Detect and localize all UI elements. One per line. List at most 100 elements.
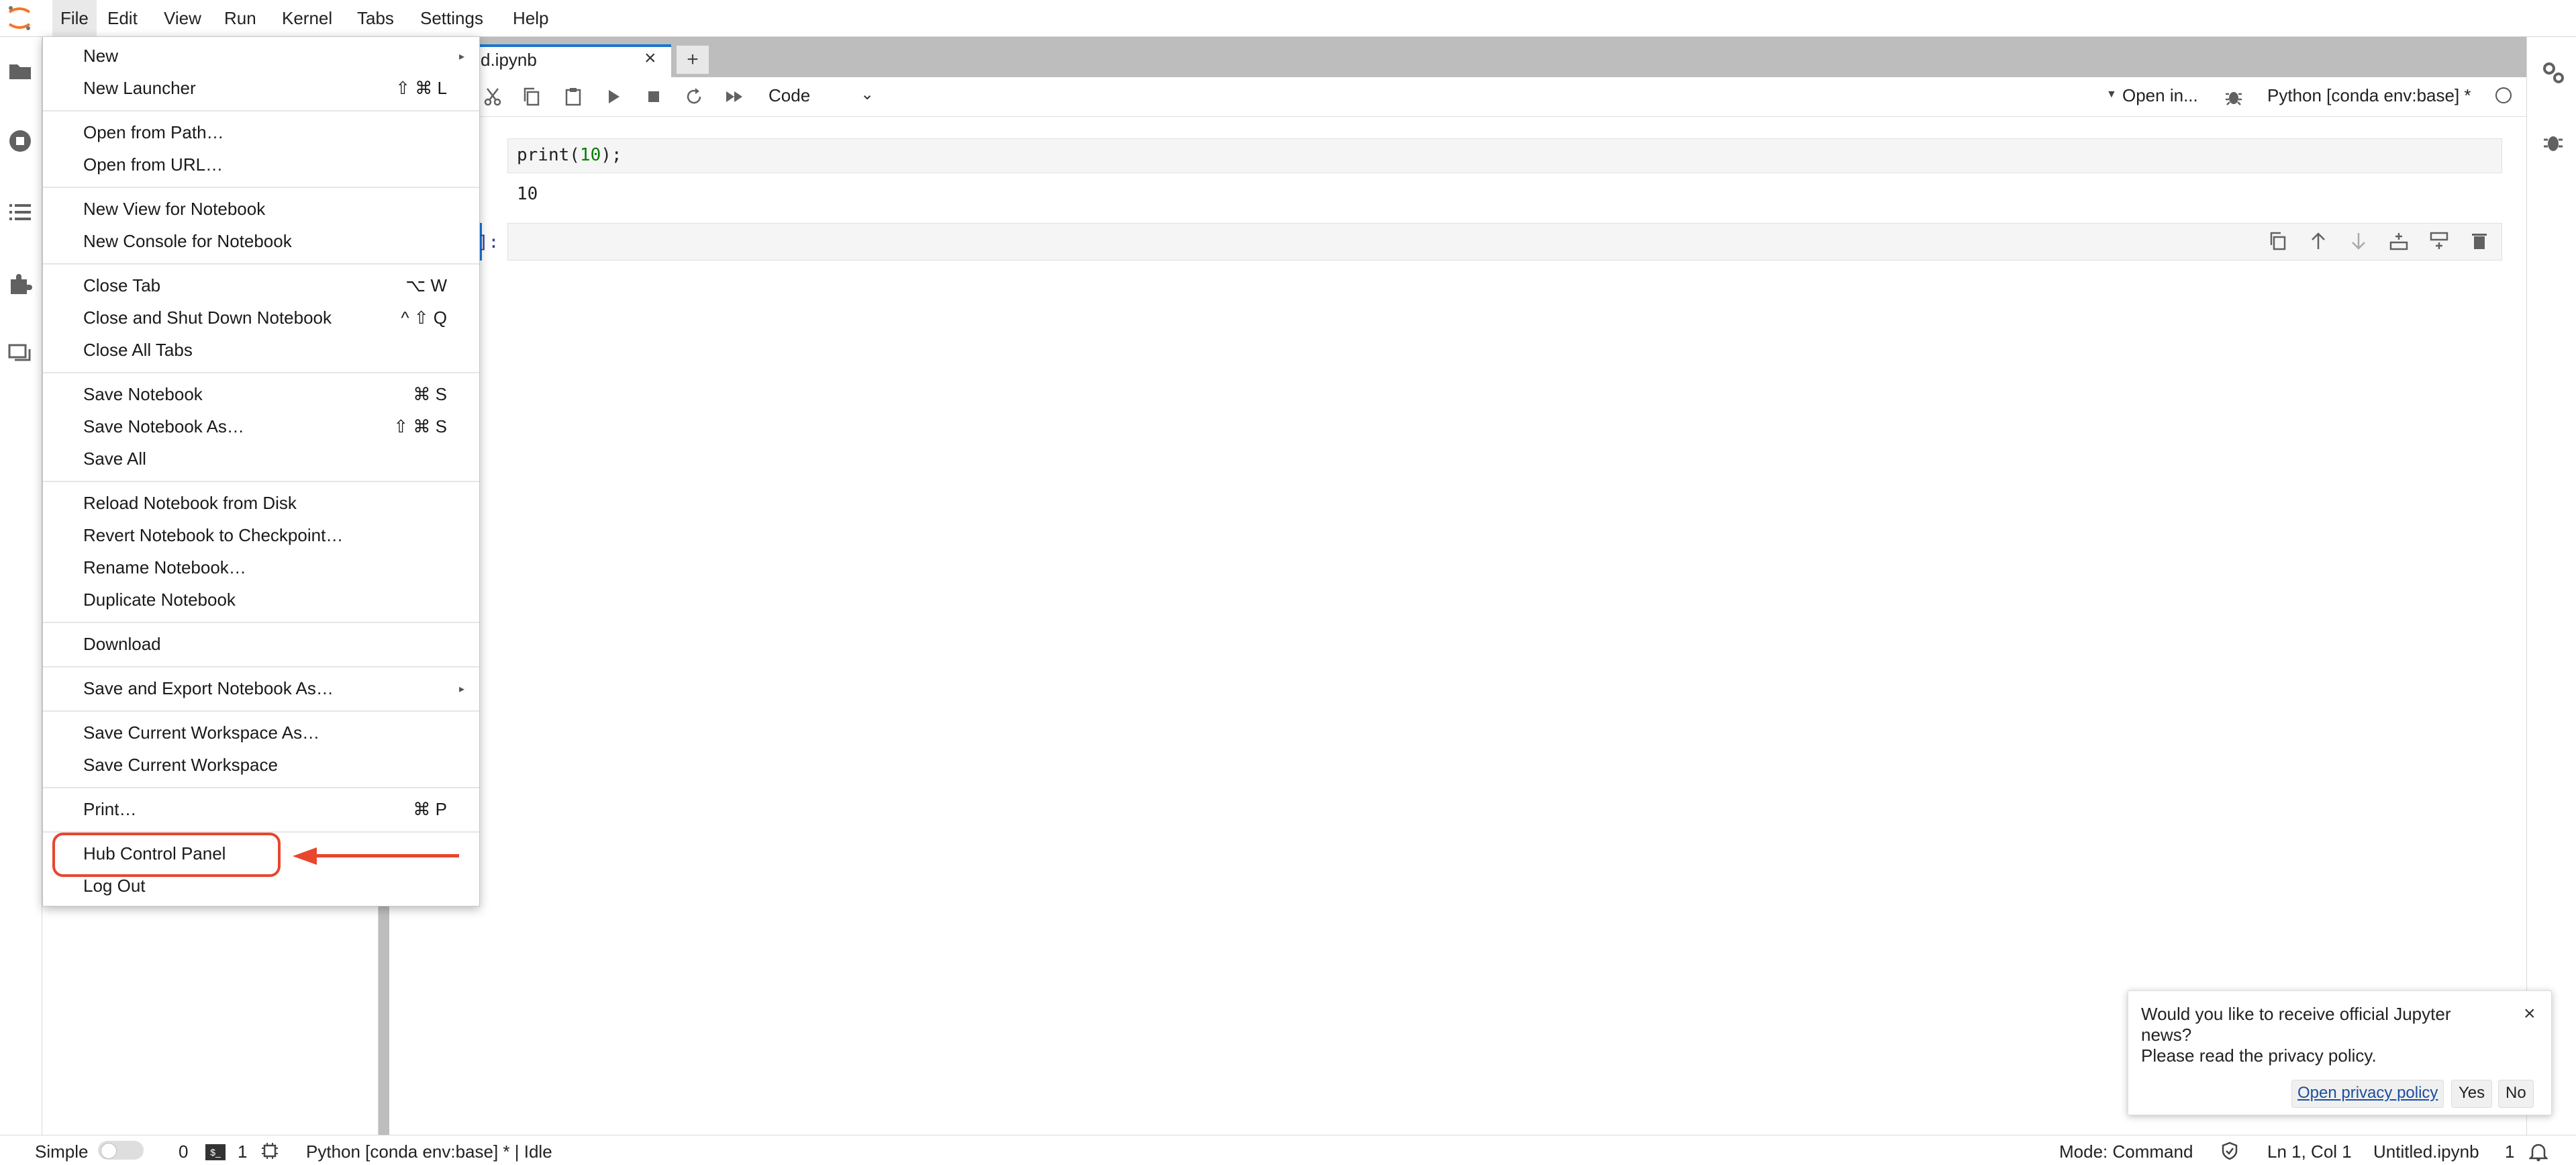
menu-item-duplicate-notebook[interactable]: Duplicate Notebook [83, 590, 236, 610]
insert-below-icon[interactable] [2428, 230, 2450, 252]
menu-item-close-all-tabs[interactable]: Close All Tabs [83, 340, 193, 361]
menu-item-rename-notebook[interactable]: Rename Notebook… [83, 557, 246, 578]
cell-type-select[interactable]: Code [769, 85, 810, 106]
table-of-contents-icon[interactable] [7, 199, 34, 226]
annotation-arrow-line [315, 854, 459, 857]
property-inspector-icon[interactable] [2540, 59, 2567, 86]
shortcut-close-tab: ⌥ W [405, 275, 447, 295]
yes-button[interactable]: Yes [2451, 1080, 2493, 1108]
terminal-count: 0 [179, 1141, 189, 1162]
menu-run[interactable]: Run [216, 0, 264, 36]
menu-tabs[interactable]: Tabs [349, 0, 402, 36]
shortcut-close-shutdown: ^ ⇧ Q [401, 308, 447, 328]
copy-icon[interactable] [521, 86, 542, 107]
submenu-arrow-icon: ▸ [459, 51, 465, 62]
run-icon[interactable] [603, 86, 624, 107]
new-tab-button[interactable]: + [677, 46, 709, 74]
code-text[interactable]: print(10); [517, 145, 622, 165]
terminal-icon[interactable]: $_ [205, 1144, 226, 1160]
delete-cell-icon[interactable] [2469, 230, 2490, 252]
kernel-status-icon [2495, 87, 2512, 103]
menu-item-new[interactable]: New [83, 46, 118, 66]
stop-icon[interactable] [643, 86, 664, 107]
privacy-policy-link[interactable]: Open privacy policy [2291, 1080, 2444, 1108]
menu-item-save-and-export[interactable]: Save and Export Notebook As… [83, 678, 334, 699]
highlight-annotation [52, 833, 281, 877]
notebook-toolbar [389, 77, 2526, 117]
kernel-chip-icon[interactable] [260, 1141, 279, 1160]
shortcut-save-notebook-as: ⇧ ⌘ S [393, 416, 447, 436]
notification-count: 1 [2505, 1141, 2515, 1162]
menu-item-open-from-path[interactable]: Open from Path… [83, 122, 224, 143]
move-up-icon[interactable] [2308, 230, 2329, 252]
kernel-count: 1 [238, 1141, 248, 1162]
menu-item-new-launcher[interactable]: New Launcher [83, 78, 196, 99]
extensions-icon[interactable] [7, 270, 34, 297]
menu-item-save-notebook-as[interactable]: Save Notebook As… [83, 416, 244, 437]
menu-separator [43, 666, 479, 667]
menu-separator [43, 622, 479, 623]
menu-item-new-console[interactable]: New Console for Notebook [83, 231, 292, 252]
debugger-icon[interactable] [2223, 86, 2244, 107]
menu-item-log-out[interactable]: Log Out [83, 876, 146, 896]
menu-item-close-tab[interactable]: Close Tab [83, 275, 160, 296]
tab-close-icon[interactable]: × [644, 47, 656, 70]
fast-forward-icon[interactable] [724, 86, 745, 107]
menu-separator [43, 263, 479, 265]
shield-icon[interactable] [2220, 1141, 2239, 1160]
menu-help[interactable]: Help [505, 0, 556, 36]
debugger-icon[interactable] [2540, 129, 2567, 156]
code-cell-input[interactable] [507, 223, 2502, 261]
simple-mode-label: Simple [35, 1141, 89, 1162]
menu-separator [43, 787, 479, 788]
menu-item-reload-from-disk[interactable]: Reload Notebook from Disk [83, 493, 297, 514]
menu-item-revert-checkpoint[interactable]: Revert Notebook to Checkpoint… [83, 525, 343, 546]
jupyter-logo-icon[interactable] [3, 3, 36, 34]
status-filename: Untitled.ipynb [2373, 1141, 2479, 1162]
notification-message: Would you like to receive official Jupyt… [2141, 1004, 2451, 1066]
menu-item-close-shutdown[interactable]: Close and Shut Down Notebook [83, 308, 332, 328]
menu-item-open-from-url[interactable]: Open from URL… [83, 154, 223, 175]
shortcut-save-notebook: ⌘ S [413, 384, 447, 404]
menu-separator [43, 187, 479, 188]
right-sidebar [2526, 37, 2576, 1135]
open-in-button[interactable]: Open in... [2122, 85, 2198, 106]
shortcut-new-launcher: ⇧ ⌘ L [395, 78, 447, 98]
menu-item-save-all[interactable]: Save All [83, 449, 146, 469]
running-kernels-icon[interactable] [7, 128, 34, 154]
folder-icon[interactable] [7, 58, 34, 85]
toggle-knob [101, 1143, 117, 1159]
menu-separator [43, 110, 479, 111]
menu-item-save-notebook[interactable]: Save Notebook [83, 384, 203, 405]
menu-settings[interactable]: Settings [412, 0, 491, 36]
paste-icon[interactable] [562, 86, 584, 107]
close-icon[interactable]: × [2524, 1003, 2536, 1025]
shortcut-print: ⌘ P [413, 799, 447, 819]
code-cell-input[interactable] [507, 138, 2502, 173]
move-down-icon[interactable] [2348, 230, 2369, 252]
menu-item-save-workspace[interactable]: Save Current Workspace [83, 755, 278, 776]
kernel-name[interactable]: Python [conda env:base] * [2267, 85, 2471, 106]
cut-icon[interactable] [482, 86, 503, 107]
code-suffix: ); [601, 145, 622, 165]
menu-item-print[interactable]: Print… [83, 799, 136, 820]
cursor-position[interactable]: Ln 1, Col 1 [2267, 1141, 2352, 1162]
menu-kernel[interactable]: Kernel [274, 0, 340, 36]
caret-down-icon: ▼ [2106, 89, 2117, 100]
menu-item-save-workspace-as[interactable]: Save Current Workspace As… [83, 723, 319, 743]
bell-icon[interactable] [2528, 1141, 2549, 1162]
duplicate-cell-icon[interactable] [2267, 230, 2289, 252]
menu-item-new-view[interactable]: New View for Notebook [83, 199, 265, 220]
menu-file[interactable]: File [52, 0, 97, 36]
cell-output: 10 [517, 184, 538, 204]
no-button[interactable]: No [2498, 1080, 2534, 1108]
restart-icon[interactable] [683, 86, 705, 107]
menu-separator [43, 710, 479, 712]
menu-view[interactable]: View [156, 0, 209, 36]
kernel-status[interactable]: Python [conda env:base] * | Idle [306, 1141, 552, 1162]
insert-above-icon[interactable] [2388, 230, 2410, 252]
chevron-down-icon[interactable]: ⌄ [860, 85, 874, 104]
menu-edit[interactable]: Edit [99, 0, 146, 36]
chat-icon[interactable] [7, 341, 34, 368]
menu-item-download[interactable]: Download [83, 634, 161, 655]
